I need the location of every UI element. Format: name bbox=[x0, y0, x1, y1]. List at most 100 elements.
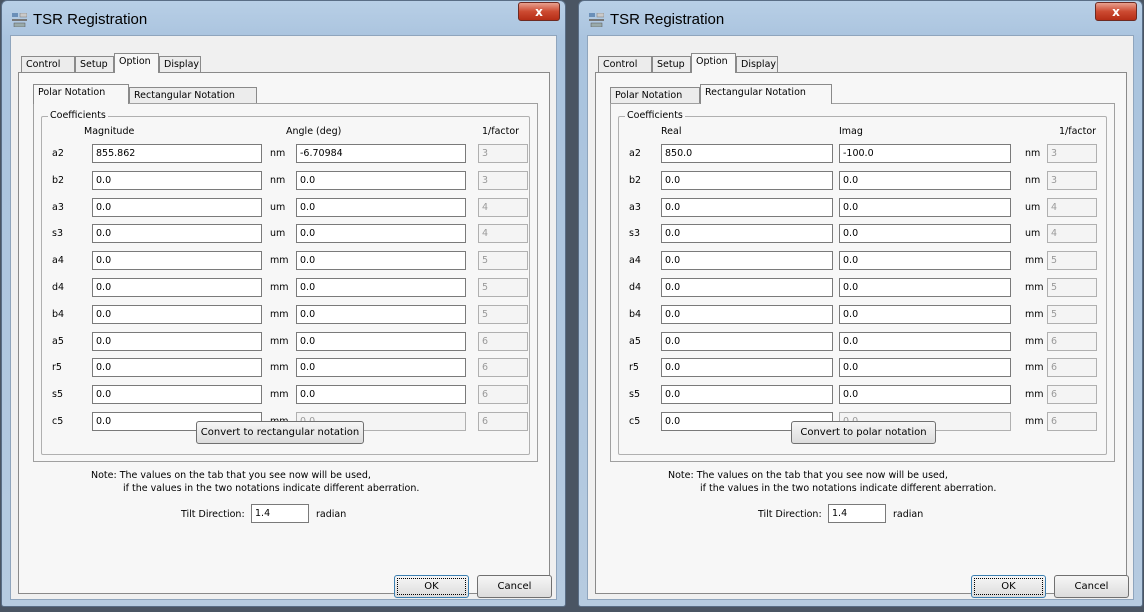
factor-input: 6 bbox=[478, 412, 528, 431]
tab-rectangular-notation[interactable]: Rectangular Notation bbox=[700, 84, 832, 104]
close-icon: x bbox=[535, 5, 543, 19]
column-header-magnitude: Magnitude bbox=[84, 126, 135, 137]
value2-input[interactable]: 0.0 bbox=[296, 197, 466, 217]
unit-label: mm bbox=[1025, 335, 1044, 347]
value1-input[interactable]: 0.0 bbox=[661, 385, 833, 405]
value1-input[interactable]: 855.862 bbox=[92, 144, 262, 163]
coefficient-label: a4 bbox=[629, 255, 641, 267]
factor-input: 3 bbox=[478, 170, 528, 190]
note-line-2: if the values in the two notations indic… bbox=[123, 483, 420, 494]
value2-input[interactable]: 0.0 bbox=[839, 224, 1011, 244]
value2-input[interactable]: 0.0 bbox=[296, 331, 466, 351]
value2-input[interactable]: -100.0 bbox=[839, 144, 1011, 163]
factor-input: 4 bbox=[478, 224, 528, 244]
unit-label: mm bbox=[270, 255, 289, 267]
unit-label: um bbox=[1025, 228, 1041, 240]
value1-input[interactable]: 0.0 bbox=[92, 385, 262, 405]
unit-label: nm bbox=[1025, 174, 1041, 186]
value1-input[interactable]: 0.0 bbox=[661, 224, 833, 244]
value2-input[interactable]: 0.0 bbox=[296, 304, 466, 324]
value2-input[interactable]: 0.0 bbox=[296, 251, 466, 271]
tab-option[interactable]: Option bbox=[691, 53, 736, 73]
tab-control[interactable]: Control bbox=[21, 56, 75, 72]
value2-input[interactable]: 0.0 bbox=[839, 385, 1011, 405]
tab-setup[interactable]: Setup bbox=[652, 56, 691, 72]
tab-display[interactable]: Display bbox=[159, 56, 201, 72]
unit-label: mm bbox=[270, 335, 289, 347]
value1-input[interactable]: 850.0 bbox=[661, 144, 833, 163]
cancel-button[interactable]: Cancel bbox=[1054, 575, 1129, 598]
title-bar[interactable]: TSR Registration x bbox=[579, 1, 1142, 35]
unit-label: mm bbox=[1025, 308, 1044, 320]
value1-input[interactable]: 0.0 bbox=[661, 304, 833, 324]
value2-input[interactable]: 0.0 bbox=[296, 278, 466, 297]
tab-option[interactable]: Option bbox=[114, 53, 159, 73]
coefficient-label: b4 bbox=[52, 308, 65, 320]
option-tab-panel: Polar Notation Rectangular Notation Coef… bbox=[18, 72, 550, 594]
value1-input[interactable]: 0.0 bbox=[92, 331, 262, 351]
value1-input[interactable]: 0.0 bbox=[92, 197, 262, 217]
ok-button[interactable]: OK bbox=[394, 575, 469, 598]
value2-input[interactable]: 0.0 bbox=[839, 304, 1011, 324]
coefficient-label: r5 bbox=[629, 362, 639, 374]
value1-input[interactable]: 0.0 bbox=[661, 358, 833, 378]
tab-polar-notation[interactable]: Polar Notation bbox=[610, 87, 700, 103]
factor-input: 3 bbox=[478, 144, 528, 163]
value2-input[interactable]: 0.0 bbox=[839, 278, 1011, 297]
ok-button[interactable]: OK bbox=[971, 575, 1046, 598]
value2-input[interactable]: -6.70984 bbox=[296, 144, 466, 163]
value2-input[interactable]: 0.0 bbox=[296, 170, 466, 190]
tab-display[interactable]: Display bbox=[736, 56, 778, 72]
tab-rectangular-notation[interactable]: Rectangular Notation bbox=[129, 87, 257, 103]
coefficient-label: d4 bbox=[52, 282, 65, 293]
value1-input[interactable]: 0.0 bbox=[92, 358, 262, 378]
tab-setup[interactable]: Setup bbox=[75, 56, 114, 72]
value2-input[interactable]: 0.0 bbox=[296, 385, 466, 405]
note-line-2: if the values in the two notations indic… bbox=[700, 483, 997, 494]
convert-to-polar-button[interactable]: Convert to polar notation bbox=[791, 421, 936, 444]
tilt-direction-input[interactable]: 1.4 bbox=[828, 504, 886, 523]
value2-input[interactable]: 0.0 bbox=[839, 170, 1011, 190]
column-header-imag: Imag bbox=[839, 126, 863, 137]
title-bar[interactable]: TSR Registration x bbox=[2, 1, 565, 35]
value1-input[interactable]: 0.0 bbox=[92, 224, 262, 244]
tab-polar-notation[interactable]: Polar Notation bbox=[33, 84, 129, 104]
unit-label: mm bbox=[1025, 416, 1044, 427]
value2-input[interactable]: 0.0 bbox=[839, 251, 1011, 271]
close-button[interactable]: x bbox=[518, 2, 560, 21]
tab-control[interactable]: Control bbox=[598, 56, 652, 72]
value1-input[interactable]: 0.0 bbox=[661, 251, 833, 271]
value1-input[interactable]: 0.0 bbox=[661, 331, 833, 351]
value1-input[interactable]: 0.0 bbox=[661, 278, 833, 297]
factor-input: 6 bbox=[478, 385, 528, 405]
value2-input[interactable]: 0.0 bbox=[296, 224, 466, 244]
value2-input[interactable]: 0.0 bbox=[839, 197, 1011, 217]
factor-input: 4 bbox=[1047, 224, 1097, 244]
value1-input[interactable]: 0.0 bbox=[92, 278, 262, 297]
window-title: TSR Registration bbox=[33, 11, 148, 28]
column-header-factor: 1/factor bbox=[1059, 126, 1097, 137]
tilt-direction-label: Tilt Direction: bbox=[758, 509, 822, 520]
value2-input[interactable]: 0.0 bbox=[296, 358, 466, 378]
value1-input[interactable]: 0.0 bbox=[661, 197, 833, 217]
app-icon bbox=[12, 13, 27, 27]
tilt-direction-input[interactable]: 1.4 bbox=[251, 504, 309, 523]
factor-input: 6 bbox=[1047, 358, 1097, 378]
value1-input[interactable]: 0.0 bbox=[92, 304, 262, 324]
coefficients-label: Coefficients bbox=[48, 110, 108, 121]
value1-input[interactable]: 0.0 bbox=[661, 170, 833, 190]
convert-to-rectangular-button[interactable]: Convert to rectangular notation bbox=[196, 421, 364, 444]
cancel-button[interactable]: Cancel bbox=[477, 575, 552, 598]
coefficient-label: a5 bbox=[52, 335, 64, 347]
factor-input: 6 bbox=[1047, 385, 1097, 405]
value2-input[interactable]: 0.0 bbox=[839, 331, 1011, 351]
column-header-factor: 1/factor bbox=[482, 126, 520, 137]
value1-input[interactable]: 0.0 bbox=[92, 170, 262, 190]
value1-input[interactable]: 0.0 bbox=[92, 251, 262, 271]
value2-input[interactable]: 0.0 bbox=[839, 358, 1011, 378]
coefficient-label: a4 bbox=[52, 255, 64, 267]
unit-label: mm bbox=[270, 389, 289, 401]
unit-label: mm bbox=[270, 308, 289, 320]
close-button[interactable]: x bbox=[1095, 2, 1137, 21]
app-icon bbox=[589, 13, 604, 27]
